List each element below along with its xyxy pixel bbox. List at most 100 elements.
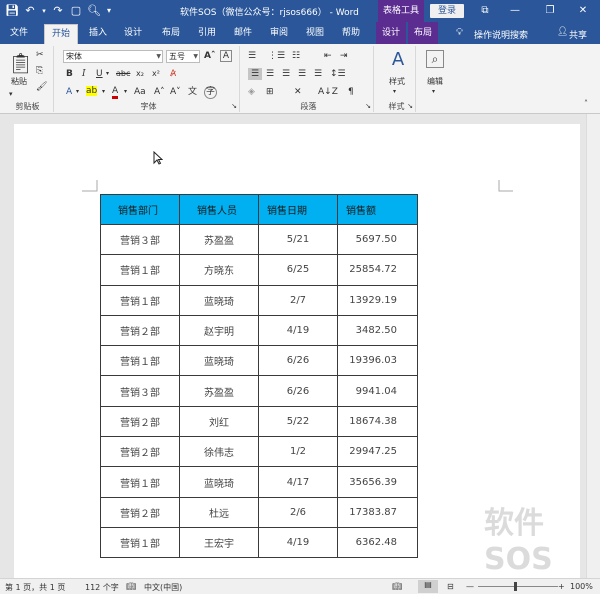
- styles-button-label[interactable]: 样式: [377, 76, 417, 87]
- multilevel-list-icon[interactable]: ☷: [292, 50, 300, 62]
- proofing-icon[interactable]: 📖︎: [126, 582, 136, 591]
- date-cell[interactable]: 4/17: [258, 466, 338, 498]
- tab-help[interactable]: 帮助: [336, 24, 366, 44]
- superscript-button[interactable]: x²: [152, 68, 160, 80]
- enclose-characters-icon[interactable]: 字: [204, 86, 217, 99]
- close-button[interactable]: ✕: [568, 0, 598, 22]
- clear-formatting-icon[interactable]: A̷: [170, 68, 176, 80]
- date-cell[interactable]: 5/22: [258, 405, 338, 438]
- bullets-icon[interactable]: ☰: [248, 50, 256, 62]
- date-cell[interactable]: 2/7: [258, 284, 338, 316]
- save-icon[interactable]: 💾︎: [4, 3, 20, 19]
- read-mode-icon[interactable]: 📖︎: [392, 582, 402, 591]
- strikethrough-button[interactable]: abc: [116, 68, 130, 80]
- styles-dropdown-icon[interactable]: ▾: [393, 86, 396, 98]
- italic-button[interactable]: I: [82, 68, 86, 80]
- salesperson-cell[interactable]: 苏盈盈: [179, 375, 259, 407]
- amount-cell[interactable]: 18674.38: [337, 405, 418, 438]
- department-cell[interactable]: 营销１部: [100, 526, 180, 559]
- date-cell[interactable]: 4/19: [258, 526, 338, 559]
- department-cell[interactable]: 营销１部: [100, 345, 180, 377]
- zoom-level[interactable]: 100%: [570, 582, 593, 591]
- new-document-icon[interactable]: ▢: [68, 3, 84, 19]
- amount-cell[interactable]: 6362.48: [337, 526, 418, 559]
- cut-icon[interactable]: ✂: [36, 49, 44, 61]
- date-cell[interactable]: 4/19: [258, 314, 338, 347]
- redo-icon[interactable]: ↷: [50, 3, 66, 19]
- salesperson-cell[interactable]: 蓝晓琦: [179, 466, 259, 498]
- share-icon[interactable]: 👤︎: [557, 27, 568, 37]
- date-cell[interactable]: 1/2: [258, 436, 338, 468]
- salesperson-cell[interactable]: 蓝晓琦: [179, 345, 259, 377]
- salesperson-cell[interactable]: 苏盈盈: [179, 223, 259, 256]
- increase-indent-icon[interactable]: ⇥: [340, 50, 348, 62]
- print-layout-icon[interactable]: ▤: [418, 580, 438, 593]
- line-spacing-icon[interactable]: ↕☰: [330, 68, 346, 80]
- header-cell[interactable]: 销售日期: [258, 194, 338, 225]
- tab-review[interactable]: 审阅: [264, 24, 294, 44]
- align-center-button[interactable]: ☰: [266, 68, 274, 80]
- font-color-dropdown-icon[interactable]: ▾: [124, 86, 127, 98]
- shading-icon[interactable]: ◈: [248, 86, 255, 98]
- text-effects-icon[interactable]: A: [66, 86, 72, 98]
- grow-font-icon[interactable]: Aˆ: [204, 50, 215, 62]
- tell-me-search[interactable]: 操作说明搜索: [474, 28, 528, 41]
- sort-icon[interactable]: A↓Z: [318, 86, 338, 98]
- font-name-combo[interactable]: 宋体 ▼: [63, 50, 163, 63]
- font-size-combo[interactable]: 五号 ▼: [166, 50, 200, 63]
- amount-cell[interactable]: 29947.25: [337, 436, 418, 468]
- signin-button[interactable]: 登录: [430, 4, 465, 18]
- minimize-button[interactable]: —: [500, 0, 530, 22]
- header-cell[interactable]: 销售额: [337, 194, 418, 225]
- share-button[interactable]: 共享: [569, 28, 587, 41]
- shrink-font-button[interactable]: A˅: [170, 86, 181, 98]
- character-border-icon[interactable]: A: [220, 50, 232, 62]
- styles-icon[interactable]: A: [388, 50, 408, 70]
- distributed-button[interactable]: ☰: [314, 68, 322, 80]
- tab-file[interactable]: 文件: [4, 24, 34, 44]
- amount-cell[interactable]: 9941.04: [337, 375, 418, 407]
- amount-cell[interactable]: 35656.39: [337, 466, 418, 498]
- phonetic-guide-icon[interactable]: 文: [188, 86, 197, 98]
- tab-table-layout[interactable]: 布局: [408, 22, 438, 44]
- tab-table-design[interactable]: 设计: [376, 22, 406, 44]
- collapse-ribbon-icon[interactable]: ˄: [584, 98, 588, 110]
- tab-view[interactable]: 视图: [300, 24, 330, 44]
- justify-button[interactable]: ☰: [298, 68, 306, 80]
- font-dialog-launcher-icon[interactable]: ↘: [231, 100, 237, 112]
- format-painter-icon[interactable]: 🖌︎: [36, 81, 47, 93]
- department-cell[interactable]: 营销３部: [100, 375, 180, 407]
- header-cell[interactable]: 销售部门: [100, 194, 180, 225]
- tab-home[interactable]: 开始: [44, 24, 78, 44]
- tab-mailings[interactable]: 邮件: [228, 24, 258, 44]
- department-cell[interactable]: 营销２部: [100, 405, 180, 438]
- zoom-slider-thumb[interactable]: [514, 582, 517, 591]
- borders-icon[interactable]: ⊞: [266, 86, 274, 98]
- grow-font-button[interactable]: A˄: [154, 86, 165, 98]
- language-status[interactable]: 中文(中国): [144, 582, 182, 593]
- salesperson-cell[interactable]: 王宏宇: [179, 526, 259, 559]
- tab-references[interactable]: 引用: [192, 24, 222, 44]
- amount-cell[interactable]: 25854.72: [337, 254, 418, 286]
- styles-dialog-launcher-icon[interactable]: ↘: [407, 100, 413, 112]
- date-cell[interactable]: 2/6: [258, 496, 338, 528]
- amount-cell[interactable]: 5697.50: [337, 223, 418, 256]
- sales-table[interactable]: 销售部门 销售人员 销售日期 销售额 营销３部 苏盈盈 5/21 5697.50 营销１…: [100, 194, 418, 559]
- department-cell[interactable]: 营销２部: [100, 496, 180, 528]
- copy-icon[interactable]: ⎘: [36, 65, 43, 77]
- web-layout-icon[interactable]: ⊟: [447, 582, 454, 591]
- dropdown-icon[interactable]: ▾: [40, 3, 48, 19]
- salesperson-cell[interactable]: 赵宇明: [179, 314, 259, 347]
- amount-cell[interactable]: 17383.87: [337, 496, 418, 528]
- zoom-out-button[interactable]: —: [466, 582, 474, 591]
- zoom-slider-track[interactable]: [478, 586, 558, 587]
- department-cell[interactable]: 营销１部: [100, 466, 180, 498]
- find-icon[interactable]: ⌕: [426, 50, 444, 68]
- highlight-dropdown-icon[interactable]: ▾: [102, 86, 105, 98]
- amount-cell[interactable]: 19396.03: [337, 345, 418, 377]
- underline-dropdown-icon[interactable]: ▾: [106, 68, 109, 80]
- amount-cell[interactable]: 3482.50: [337, 314, 418, 347]
- editing-dropdown-icon[interactable]: ▾: [432, 86, 435, 98]
- date-cell[interactable]: 6/25: [258, 254, 338, 286]
- department-cell[interactable]: 营销２部: [100, 314, 180, 347]
